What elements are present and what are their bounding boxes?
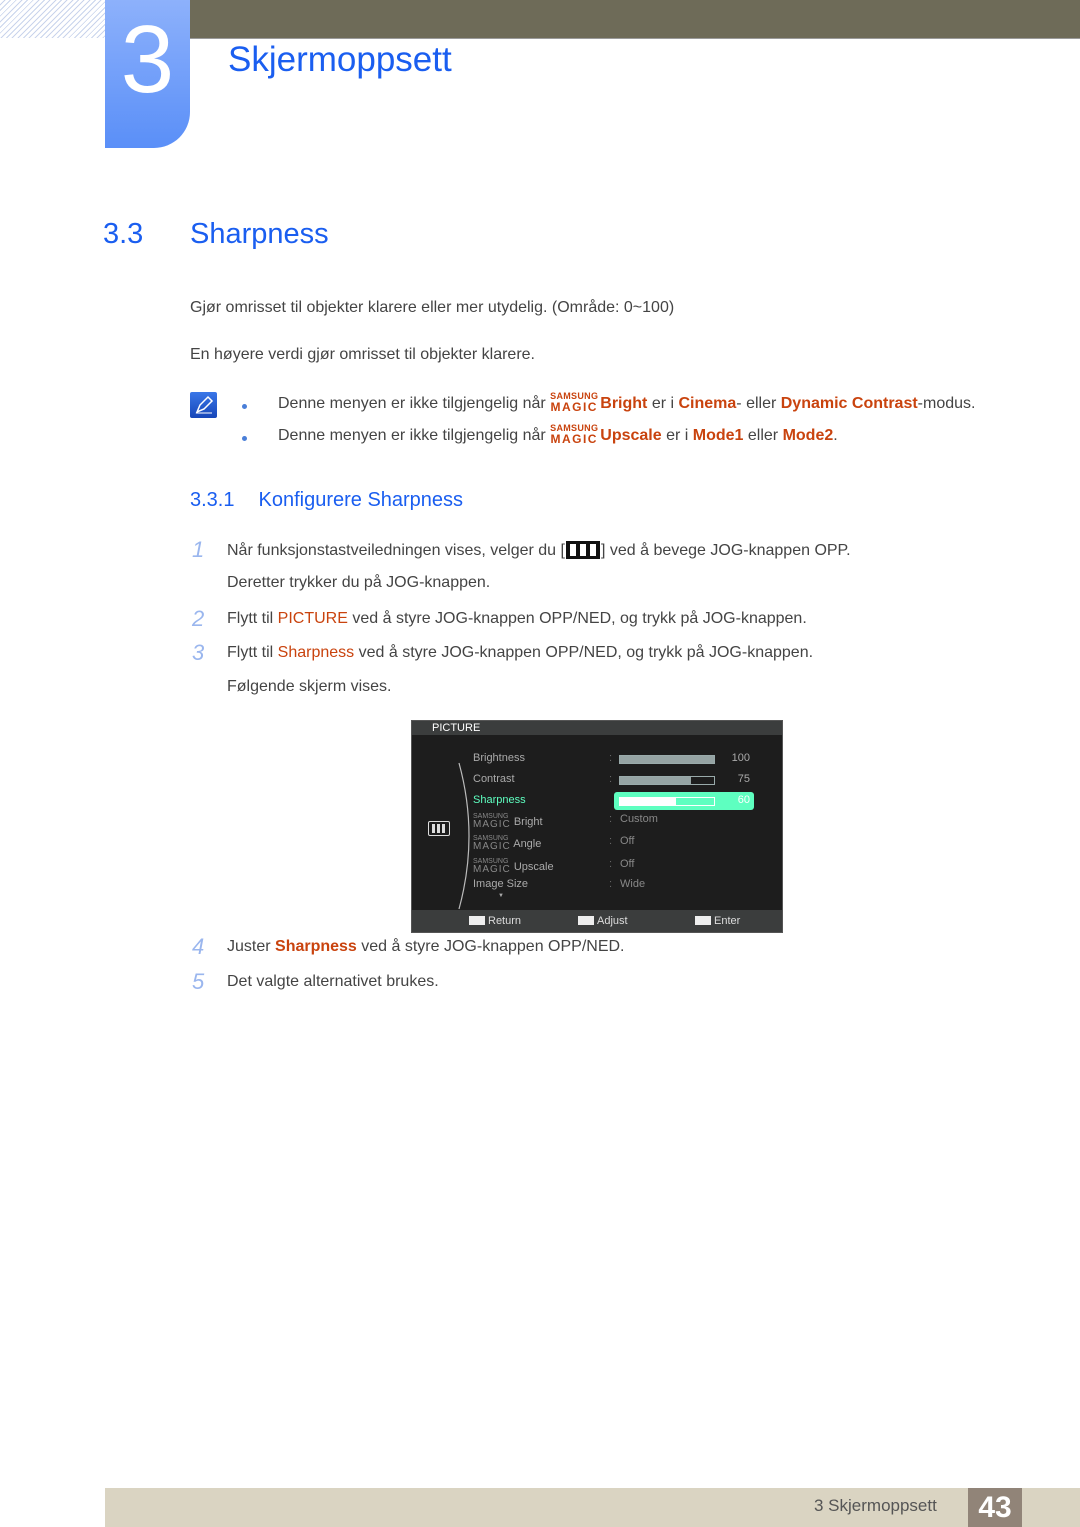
- paragraph: Gjør omrisset til objekter klarere eller…: [190, 299, 675, 316]
- section-number: 3.3: [103, 218, 144, 250]
- note-pencil-icon: [190, 392, 217, 418]
- chapter-tab: 3: [105, 0, 190, 148]
- chapter-number: 3: [120, 6, 175, 113]
- subsection-title: Konfigurere Sharpness: [258, 489, 464, 511]
- note-highlight: Mode1: [692, 427, 744, 444]
- step-number: 3: [192, 640, 205, 665]
- step-text: Følgende skjerm vises.: [227, 678, 392, 695]
- note-text: Denne menyen er ikke tilgjengelig når: [278, 395, 551, 412]
- bullet: [242, 404, 247, 409]
- step-highlight: Sharpness: [275, 938, 357, 955]
- step-number: 2: [192, 606, 205, 631]
- osd-value: Wide: [620, 878, 646, 890]
- osd-adjust: Adjust: [578, 915, 628, 927]
- menu-icon: [565, 541, 600, 559]
- osd-slider-fill: [620, 756, 714, 763]
- note-highlight: Cinema: [678, 395, 737, 412]
- step-number: 5: [192, 969, 205, 994]
- note-feature: Upscale: [600, 427, 662, 444]
- page-number: 43: [968, 1488, 1022, 1527]
- enter-icon: [695, 916, 711, 925]
- osd-slider: [619, 755, 715, 764]
- step-text: Deretter trykker du på JOG-knappen.: [227, 574, 491, 591]
- osd-menu-icon: [428, 821, 450, 836]
- note-item: Denne menyen er ikke tilgjengelig når SA…: [278, 391, 976, 414]
- decorative-hatch: [0, 0, 105, 38]
- osd-value: 75: [737, 773, 750, 785]
- step-text: Flytt til Sharpness ved å styre JOG-knap…: [227, 644, 814, 661]
- note-text: Denne menyen er ikke tilgjengelig når: [278, 427, 551, 444]
- osd-value: Off: [620, 858, 635, 870]
- osd-slider: [619, 797, 715, 806]
- osd-item-label: Sharpness: [473, 794, 526, 806]
- osd-menu: PICTURE Brightness: 100 Contrast: 75 Sharpne…: [411, 720, 783, 933]
- osd-separator: :: [609, 878, 613, 890]
- osd-footer: Return Adjust Enter: [412, 910, 782, 932]
- left-arrow-icon: [469, 916, 485, 925]
- osd-enter: Enter: [695, 915, 740, 927]
- osd-item-label: SAMSUNG MAGIC Angle: [473, 835, 542, 852]
- osd-value: 60: [737, 794, 750, 806]
- osd-value: Custom: [620, 813, 658, 825]
- osd-slider-fill: [620, 777, 691, 784]
- osd-more-arrow: ▼: [498, 893, 504, 899]
- note-highlight: Dynamic Contrast: [780, 395, 918, 412]
- osd-slider: [619, 776, 715, 785]
- note-item: Denne menyen er ikke tilgjengelig når SA…: [278, 423, 838, 446]
- step-text: Når funksjonstastveiledningen vises, vel…: [227, 541, 851, 559]
- header-bar: [190, 0, 1080, 39]
- subsection-number: 3.3.1: [190, 489, 235, 511]
- step-text: Flytt til PICTURE ved å styre JOG-knappe…: [227, 610, 807, 627]
- osd-separator: :: [609, 835, 613, 847]
- samsung-magic-logo: SAMSUNG MAGIC: [473, 813, 511, 830]
- osd-separator: :: [609, 813, 613, 825]
- samsung-magic-logo: SAMSUNG MAGIC: [550, 423, 599, 446]
- up-down-icon: [578, 916, 594, 925]
- step-text: Det valgte alternativet brukes.: [227, 973, 439, 990]
- subsection-heading: 3.3.1 Konfigurere Sharpness: [190, 489, 463, 512]
- samsung-magic-logo: SAMSUNG MAGIC: [550, 391, 599, 414]
- osd-item-label: Brightness: [473, 752, 525, 764]
- osd-separator: :: [609, 752, 613, 764]
- step-number: 4: [192, 934, 205, 959]
- osd-value: 100: [731, 752, 750, 764]
- step-text: Juster Sharpness ved å styre JOG-knappen…: [227, 938, 625, 955]
- chapter-title: Skjermoppsett: [228, 40, 452, 79]
- samsung-magic-logo: SAMSUNG MAGIC: [473, 835, 511, 852]
- osd-title: PICTURE: [412, 721, 782, 735]
- paragraph: En høyere verdi gjør omrisset til objekt…: [190, 346, 535, 363]
- osd-item-label: Contrast: [473, 773, 515, 785]
- note-highlight: Mode2: [782, 427, 834, 444]
- osd-separator: :: [609, 794, 613, 806]
- step-highlight: PICTURE: [277, 610, 348, 627]
- samsung-magic-logo: SAMSUNG MAGIC: [473, 858, 511, 875]
- note-feature: Bright: [600, 395, 648, 412]
- step-highlight: Sharpness: [277, 644, 355, 661]
- osd-value: Off: [620, 835, 635, 847]
- footer-chapter-label: 3 Skjermoppsett: [814, 1496, 937, 1515]
- bullet: [242, 436, 247, 441]
- osd-item-label: SAMSUNG MAGIC Upscale: [473, 858, 554, 875]
- osd-item-label: Image Size: [473, 878, 529, 890]
- osd-separator: :: [609, 773, 613, 785]
- section-title: Sharpness: [190, 218, 329, 250]
- step-number: 1: [192, 537, 205, 562]
- osd-separator: :: [609, 858, 613, 870]
- osd-item-label: SAMSUNG MAGIC Bright: [473, 813, 543, 830]
- osd-return: Return: [469, 915, 521, 927]
- osd-slider-fill: [620, 798, 677, 805]
